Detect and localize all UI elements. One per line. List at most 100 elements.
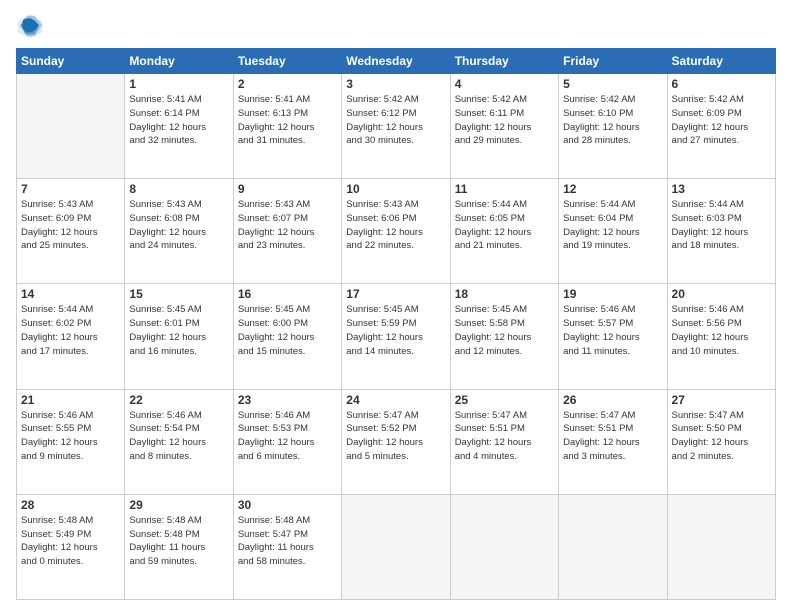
day-info: Sunrise: 5:44 AM Sunset: 6:04 PM Dayligh… (563, 198, 662, 253)
calendar-cell: 17 Sunrise: 5:45 AM Sunset: 5:59 PM Dayli… (342, 284, 450, 389)
calendar-table: SundayMondayTuesdayWednesdayThursdayFrid… (16, 48, 776, 600)
day-number: 17 (346, 287, 445, 301)
day-number: 16 (238, 287, 337, 301)
day-number: 28 (21, 498, 120, 512)
week-row-1: 7 Sunrise: 5:43 AM Sunset: 6:09 PM Daylig… (17, 179, 776, 284)
calendar-cell: 30 Sunrise: 5:48 AM Sunset: 5:47 PM Dayli… (233, 494, 341, 599)
calendar-cell: 3 Sunrise: 5:42 AM Sunset: 6:12 PM Daylig… (342, 74, 450, 179)
calendar-cell: 15Sunrise: 5:45 AM Sunset: 6:01 PM Dayli… (125, 284, 233, 389)
day-info: Sunrise: 5:43 AM Sunset: 6:09 PM Dayligh… (21, 198, 120, 253)
day-info: Sunrise: 5:48 AM Sunset: 5:48 PM Dayligh… (129, 514, 228, 569)
day-number: 11 (455, 182, 554, 196)
calendar-cell: 20 Sunrise: 5:46 AM Sunset: 5:56 PM Dayli… (667, 284, 775, 389)
logo-icon (16, 12, 44, 40)
calendar-cell: 12 Sunrise: 5:44 AM Sunset: 6:04 PM Dayli… (559, 179, 667, 284)
day-info: Sunrise: 5:44 AM Sunset: 6:02 PM Dayligh… (21, 303, 120, 358)
calendar-cell: 2 Sunrise: 5:41 AM Sunset: 6:13 PM Daylig… (233, 74, 341, 179)
calendar-cell: 4 Sunrise: 5:42 AM Sunset: 6:11 PM Daylig… (450, 74, 558, 179)
col-header-saturday: Saturday (667, 49, 775, 74)
day-number: 9 (238, 182, 337, 196)
logo (16, 12, 48, 40)
calendar-cell: 29 Sunrise: 5:48 AM Sunset: 5:48 PM Dayli… (125, 494, 233, 599)
calendar-header-row: SundayMondayTuesdayWednesdayThursdayFrid… (17, 49, 776, 74)
day-info: Sunrise: 5:43 AM Sunset: 6:08 PM Dayligh… (129, 198, 228, 253)
day-info: Sunrise: 5:46 AM Sunset: 5:56 PM Dayligh… (672, 303, 771, 358)
day-info: Sunrise: 5:42 AM Sunset: 6:11 PM Dayligh… (455, 93, 554, 148)
calendar-cell: 7 Sunrise: 5:43 AM Sunset: 6:09 PM Daylig… (17, 179, 125, 284)
calendar-cell: 6Sunrise: 5:42 AM Sunset: 6:09 PM Daylig… (667, 74, 775, 179)
day-number: 1 (129, 77, 228, 91)
calendar-cell: 26 Sunrise: 5:47 AM Sunset: 5:51 PM Dayli… (559, 389, 667, 494)
calendar-cell: 1 Sunrise: 5:41 AM Sunset: 6:14 PM Daylig… (125, 74, 233, 179)
calendar-cell: 9 Sunrise: 5:43 AM Sunset: 6:07 PM Daylig… (233, 179, 341, 284)
day-number: 7 (21, 182, 120, 196)
day-number: 27 (672, 393, 771, 407)
calendar-cell (667, 494, 775, 599)
day-number: 12 (563, 182, 662, 196)
day-info: Sunrise: 5:47 AM Sunset: 5:50 PM Dayligh… (672, 409, 771, 464)
day-number: 14 (21, 287, 120, 301)
calendar-cell: 23 Sunrise: 5:46 AM Sunset: 5:53 PM Dayli… (233, 389, 341, 494)
day-number: 4 (455, 77, 554, 91)
calendar-cell: 22 Sunrise: 5:46 AM Sunset: 5:54 PM Dayli… (125, 389, 233, 494)
header (16, 12, 776, 40)
calendar-cell: 5 Sunrise: 5:42 AM Sunset: 6:10 PM Daylig… (559, 74, 667, 179)
day-info: Sunrise: 5:44 AM Sunset: 6:03 PM Dayligh… (672, 198, 771, 253)
calendar-cell: 11Sunrise: 5:44 AM Sunset: 6:05 PM Dayli… (450, 179, 558, 284)
day-info: Sunrise: 5:46 AM Sunset: 5:53 PM Dayligh… (238, 409, 337, 464)
day-info: Sunrise: 5:42 AM Sunset: 6:12 PM Dayligh… (346, 93, 445, 148)
week-row-2: 14 Sunrise: 5:44 AM Sunset: 6:02 PM Dayli… (17, 284, 776, 389)
day-info: Sunrise: 5:46 AM Sunset: 5:54 PM Dayligh… (129, 409, 228, 464)
calendar-cell: 14 Sunrise: 5:44 AM Sunset: 6:02 PM Dayli… (17, 284, 125, 389)
day-info: Sunrise: 5:45 AM Sunset: 6:01 PM Dayligh… (129, 303, 228, 358)
day-info: Sunrise: 5:45 AM Sunset: 5:58 PM Dayligh… (455, 303, 554, 358)
col-header-sunday: Sunday (17, 49, 125, 74)
day-info: Sunrise: 5:42 AM Sunset: 6:09 PM Dayligh… (672, 93, 771, 148)
day-number: 3 (346, 77, 445, 91)
day-number: 19 (563, 287, 662, 301)
day-info: Sunrise: 5:41 AM Sunset: 6:13 PM Dayligh… (238, 93, 337, 148)
day-number: 22 (129, 393, 228, 407)
calendar-cell (17, 74, 125, 179)
calendar-cell: 16 Sunrise: 5:45 AM Sunset: 6:00 PM Dayli… (233, 284, 341, 389)
day-info: Sunrise: 5:46 AM Sunset: 5:55 PM Dayligh… (21, 409, 120, 464)
day-number: 24 (346, 393, 445, 407)
col-header-monday: Monday (125, 49, 233, 74)
day-info: Sunrise: 5:41 AM Sunset: 6:14 PM Dayligh… (129, 93, 228, 148)
calendar-cell: 25Sunrise: 5:47 AM Sunset: 5:51 PM Dayli… (450, 389, 558, 494)
day-info: Sunrise: 5:43 AM Sunset: 6:06 PM Dayligh… (346, 198, 445, 253)
day-info: Sunrise: 5:45 AM Sunset: 6:00 PM Dayligh… (238, 303, 337, 358)
calendar-cell: 13 Sunrise: 5:44 AM Sunset: 6:03 PM Dayli… (667, 179, 775, 284)
col-header-thursday: Thursday (450, 49, 558, 74)
day-number: 26 (563, 393, 662, 407)
calendar-cell: 19 Sunrise: 5:46 AM Sunset: 5:57 PM Dayli… (559, 284, 667, 389)
day-info: Sunrise: 5:46 AM Sunset: 5:57 PM Dayligh… (563, 303, 662, 358)
day-number: 23 (238, 393, 337, 407)
calendar-cell: 28 Sunrise: 5:48 AM Sunset: 5:49 PM Dayli… (17, 494, 125, 599)
day-info: Sunrise: 5:42 AM Sunset: 6:10 PM Dayligh… (563, 93, 662, 148)
day-info: Sunrise: 5:47 AM Sunset: 5:51 PM Dayligh… (563, 409, 662, 464)
day-info: Sunrise: 5:47 AM Sunset: 5:52 PM Dayligh… (346, 409, 445, 464)
day-number: 18 (455, 287, 554, 301)
day-number: 29 (129, 498, 228, 512)
calendar-cell: 27 Sunrise: 5:47 AM Sunset: 5:50 PM Dayli… (667, 389, 775, 494)
day-number: 30 (238, 498, 337, 512)
col-header-tuesday: Tuesday (233, 49, 341, 74)
week-row-3: 21Sunrise: 5:46 AM Sunset: 5:55 PM Dayli… (17, 389, 776, 494)
calendar-cell (342, 494, 450, 599)
calendar-cell: 24 Sunrise: 5:47 AM Sunset: 5:52 PM Dayli… (342, 389, 450, 494)
day-number: 20 (672, 287, 771, 301)
day-info: Sunrise: 5:43 AM Sunset: 6:07 PM Dayligh… (238, 198, 337, 253)
day-number: 13 (672, 182, 771, 196)
calendar-cell (559, 494, 667, 599)
calendar-cell: 10Sunrise: 5:43 AM Sunset: 6:06 PM Dayli… (342, 179, 450, 284)
day-number: 2 (238, 77, 337, 91)
day-info: Sunrise: 5:45 AM Sunset: 5:59 PM Dayligh… (346, 303, 445, 358)
day-number: 5 (563, 77, 662, 91)
day-info: Sunrise: 5:48 AM Sunset: 5:49 PM Dayligh… (21, 514, 120, 569)
calendar-cell: 21Sunrise: 5:46 AM Sunset: 5:55 PM Dayli… (17, 389, 125, 494)
calendar-cell (450, 494, 558, 599)
calendar-cell: 8Sunrise: 5:43 AM Sunset: 6:08 PM Daylig… (125, 179, 233, 284)
day-info: Sunrise: 5:48 AM Sunset: 5:47 PM Dayligh… (238, 514, 337, 569)
week-row-0: 1 Sunrise: 5:41 AM Sunset: 6:14 PM Daylig… (17, 74, 776, 179)
